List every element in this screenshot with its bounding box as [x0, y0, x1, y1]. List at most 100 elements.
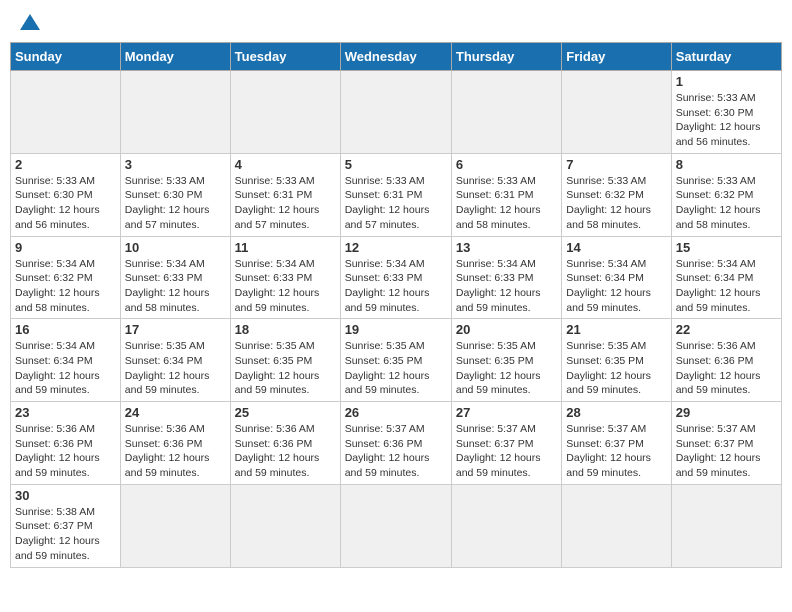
day-number: 15: [676, 240, 777, 255]
day-info: Sunrise: 5:33 AMSunset: 6:31 PMDaylight:…: [456, 174, 557, 233]
calendar-day-cell: 14 Sunrise: 5:34 AMSunset: 6:34 PMDayligh…: [562, 236, 671, 319]
calendar-day-cell: 23Sunrise: 5:36 AMSunset: 6:36 PMDayligh…: [11, 402, 121, 485]
day-number: 13: [456, 240, 557, 255]
day-info: Sunrise: 5:34 AMSunset: 6:33 PMDaylight:…: [456, 257, 557, 316]
calendar-header: [10, 10, 782, 34]
day-info: Sunrise: 5:33 AMSunset: 6:30 PMDaylight:…: [15, 174, 116, 233]
day-info: Sunrise: 5:37 AMSunset: 6:36 PMDaylight:…: [345, 422, 447, 481]
calendar-week-row: 23Sunrise: 5:36 AMSunset: 6:36 PMDayligh…: [11, 402, 782, 485]
day-number: 11: [235, 240, 336, 255]
day-info: Sunrise: 5:35 AMSunset: 6:35 PMDaylight:…: [456, 339, 557, 398]
calendar-day-cell: 18 Sunrise: 5:35 AMSunset: 6:35 PMDayligh…: [230, 319, 340, 402]
day-number: 9: [15, 240, 116, 255]
day-info: Sunrise: 5:33 AMSunset: 6:31 PMDaylight:…: [235, 174, 336, 233]
calendar-week-row: 9 Sunrise: 5:34 AMSunset: 6:32 PMDaylight…: [11, 236, 782, 319]
calendar-day-cell: 5 Sunrise: 5:33 AMSunset: 6:31 PMDaylight…: [340, 153, 451, 236]
day-number: 28: [566, 405, 666, 420]
day-number: 19: [345, 322, 447, 337]
day-info: Sunrise: 5:37 AMSunset: 6:37 PMDaylight:…: [566, 422, 666, 481]
calendar-day-cell: 29 Sunrise: 5:37 AMSunset: 6:37 PMDayligh…: [671, 402, 781, 485]
day-info: Sunrise: 5:38 AMSunset: 6:37 PMDaylight:…: [15, 505, 116, 564]
day-info: Sunrise: 5:37 AMSunset: 6:37 PMDaylight:…: [676, 422, 777, 481]
calendar-day-cell: 2 Sunrise: 5:33 AMSunset: 6:30 PMDaylight…: [11, 153, 121, 236]
day-info: Sunrise: 5:33 AMSunset: 6:30 PMDaylight:…: [125, 174, 226, 233]
weekday-header-tuesday: Tuesday: [230, 43, 340, 71]
day-number: 29: [676, 405, 777, 420]
day-info: Sunrise: 5:34 AMSunset: 6:33 PMDaylight:…: [235, 257, 336, 316]
calendar-week-row: 1Sunrise: 5:33 AMSunset: 6:30 PMDaylight…: [11, 71, 782, 154]
day-info: Sunrise: 5:36 AMSunset: 6:36 PMDaylight:…: [125, 422, 226, 481]
day-info: Sunrise: 5:33 AMSunset: 6:31 PMDaylight:…: [345, 174, 447, 233]
day-info: Sunrise: 5:34 AMSunset: 6:32 PMDaylight:…: [15, 257, 116, 316]
calendar-day-cell: 28 Sunrise: 5:37 AMSunset: 6:37 PMDayligh…: [562, 402, 671, 485]
calendar-week-row: 16Sunrise: 5:34 AMSunset: 6:34 PMDayligh…: [11, 319, 782, 402]
calendar-day-cell: 6 Sunrise: 5:33 AMSunset: 6:31 PMDaylight…: [451, 153, 561, 236]
weekday-header-sunday: Sunday: [11, 43, 121, 71]
day-number: 5: [345, 157, 447, 172]
calendar-day-cell: 21 Sunrise: 5:35 AMSunset: 6:35 PMDayligh…: [562, 319, 671, 402]
day-number: 27: [456, 405, 557, 420]
calendar-day-cell: [120, 484, 230, 567]
calendar-day-cell: 17 Sunrise: 5:35 AMSunset: 6:34 PMDayligh…: [120, 319, 230, 402]
day-info: Sunrise: 5:34 AMSunset: 6:34 PMDaylight:…: [676, 257, 777, 316]
day-info: Sunrise: 5:33 AMSunset: 6:32 PMDaylight:…: [676, 174, 777, 233]
day-info: Sunrise: 5:34 AMSunset: 6:34 PMDaylight:…: [566, 257, 666, 316]
calendar-day-cell: 1Sunrise: 5:33 AMSunset: 6:30 PMDaylight…: [671, 71, 781, 154]
calendar-day-cell: 26 Sunrise: 5:37 AMSunset: 6:36 PMDayligh…: [340, 402, 451, 485]
day-info: Sunrise: 5:36 AMSunset: 6:36 PMDaylight:…: [676, 339, 777, 398]
day-info: Sunrise: 5:36 AMSunset: 6:36 PMDaylight:…: [235, 422, 336, 481]
day-info: Sunrise: 5:33 AMSunset: 6:32 PMDaylight:…: [566, 174, 666, 233]
calendar-day-cell: 27Sunrise: 5:37 AMSunset: 6:37 PMDayligh…: [451, 402, 561, 485]
calendar-day-cell: 20 Sunrise: 5:35 AMSunset: 6:35 PMDayligh…: [451, 319, 561, 402]
day-number: 6: [456, 157, 557, 172]
day-number: 2: [15, 157, 116, 172]
day-info: Sunrise: 5:35 AMSunset: 6:35 PMDaylight:…: [566, 339, 666, 398]
calendar-day-cell: 16Sunrise: 5:34 AMSunset: 6:34 PMDayligh…: [11, 319, 121, 402]
day-number: 26: [345, 405, 447, 420]
day-info: Sunrise: 5:35 AMSunset: 6:35 PMDaylight:…: [235, 339, 336, 398]
day-number: 21: [566, 322, 666, 337]
calendar-week-row: 2 Sunrise: 5:33 AMSunset: 6:30 PMDaylight…: [11, 153, 782, 236]
calendar-day-cell: [562, 484, 671, 567]
day-number: 20: [456, 322, 557, 337]
day-number: 8: [676, 157, 777, 172]
weekday-header-wednesday: Wednesday: [340, 43, 451, 71]
calendar-day-cell: 22Sunrise: 5:36 AMSunset: 6:36 PMDayligh…: [671, 319, 781, 402]
weekday-header-thursday: Thursday: [451, 43, 561, 71]
calendar-day-cell: 12Sunrise: 5:34 AMSunset: 6:33 PMDayligh…: [340, 236, 451, 319]
calendar-day-cell: 11 Sunrise: 5:34 AMSunset: 6:33 PMDayligh…: [230, 236, 340, 319]
day-number: 18: [235, 322, 336, 337]
day-number: 25: [235, 405, 336, 420]
calendar-day-cell: [451, 71, 561, 154]
calendar-day-cell: 7 Sunrise: 5:33 AMSunset: 6:32 PMDaylight…: [562, 153, 671, 236]
calendar-day-cell: 24 Sunrise: 5:36 AMSunset: 6:36 PMDayligh…: [120, 402, 230, 485]
day-number: 12: [345, 240, 447, 255]
day-number: 14: [566, 240, 666, 255]
calendar-day-cell: [120, 71, 230, 154]
calendar-day-cell: 25 Sunrise: 5:36 AMSunset: 6:36 PMDayligh…: [230, 402, 340, 485]
day-info: Sunrise: 5:34 AMSunset: 6:34 PMDaylight:…: [15, 339, 116, 398]
weekday-header-row: SundayMondayTuesdayWednesdayThursdayFrid…: [11, 43, 782, 71]
calendar-day-cell: 9 Sunrise: 5:34 AMSunset: 6:32 PMDaylight…: [11, 236, 121, 319]
day-info: Sunrise: 5:35 AMSunset: 6:35 PMDaylight:…: [345, 339, 447, 398]
day-number: 7: [566, 157, 666, 172]
calendar-week-row: 30Sunrise: 5:38 AMSunset: 6:37 PMDayligh…: [11, 484, 782, 567]
calendar-table: SundayMondayTuesdayWednesdayThursdayFrid…: [10, 42, 782, 568]
day-number: 4: [235, 157, 336, 172]
calendar-day-cell: [11, 71, 121, 154]
day-number: 24: [125, 405, 226, 420]
day-number: 1: [676, 74, 777, 89]
day-info: Sunrise: 5:36 AMSunset: 6:36 PMDaylight:…: [15, 422, 116, 481]
calendar-day-cell: 8 Sunrise: 5:33 AMSunset: 6:32 PMDaylight…: [671, 153, 781, 236]
calendar-day-cell: [340, 484, 451, 567]
calendar-day-cell: [340, 71, 451, 154]
calendar-day-cell: [562, 71, 671, 154]
calendar-day-cell: [230, 484, 340, 567]
day-info: Sunrise: 5:35 AMSunset: 6:34 PMDaylight:…: [125, 339, 226, 398]
day-number: 3: [125, 157, 226, 172]
weekday-header-monday: Monday: [120, 43, 230, 71]
calendar-day-cell: 13 Sunrise: 5:34 AMSunset: 6:33 PMDayligh…: [451, 236, 561, 319]
day-number: 17: [125, 322, 226, 337]
day-info: Sunrise: 5:34 AMSunset: 6:33 PMDaylight:…: [125, 257, 226, 316]
calendar-day-cell: 30Sunrise: 5:38 AMSunset: 6:37 PMDayligh…: [11, 484, 121, 567]
